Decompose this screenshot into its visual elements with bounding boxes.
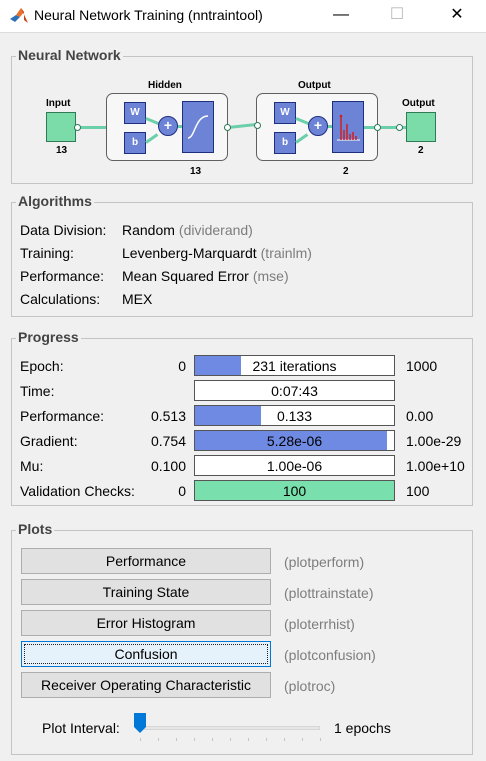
- algorithm-label: Calculations:: [20, 291, 101, 307]
- progress-bar: 231 iterations: [194, 355, 395, 376]
- progress-current-value: 0:07:43: [271, 383, 318, 399]
- plot-function-name: (plotroc): [284, 678, 336, 694]
- progress-max-value: 1.00e+10: [406, 458, 465, 474]
- slider-tick: [176, 738, 177, 741]
- progress-current-value: 5.28e-06: [266, 433, 323, 449]
- plot-function-name: (ploterrhist): [284, 616, 355, 632]
- plots-title: Plots: [16, 521, 55, 537]
- progress-label: Epoch:: [20, 358, 64, 374]
- output-label: Output: [402, 98, 435, 109]
- slider-tick: [140, 738, 141, 741]
- hidden-bias-box: b: [124, 132, 146, 154]
- input-size: 13: [56, 145, 68, 156]
- progress-label: Time:: [20, 383, 55, 399]
- plot-interval-value: 1 epochs: [334, 720, 391, 736]
- hidden-output-dot: [224, 124, 231, 131]
- training-state-plot-button[interactable]: Training State: [21, 579, 271, 605]
- error-histogram-plot-button[interactable]: Error Histogram: [21, 610, 271, 636]
- hidden-sum-node: +: [158, 116, 178, 136]
- output-input-dot: [254, 122, 261, 129]
- progress-current-value: 100: [282, 483, 307, 499]
- progress-label: Mu:: [20, 458, 44, 474]
- slider-tick: [284, 738, 285, 741]
- algorithm-label: Training:: [20, 245, 74, 261]
- hidden-transfer-box: [182, 101, 214, 153]
- algorithm-label: Data Division:: [20, 222, 107, 238]
- progress-bar: 0.133: [194, 405, 395, 426]
- output-transfer-box: [332, 101, 364, 153]
- hidden-output-wire: [227, 123, 257, 129]
- input-label: Input: [46, 98, 71, 109]
- progress-min-value: 0.754: [150, 433, 186, 449]
- output-dot-2: [396, 124, 403, 131]
- slider-tick: [248, 738, 249, 741]
- input-box: [46, 112, 76, 142]
- progress-current-value: 0.133: [276, 408, 313, 424]
- output-size: 2: [418, 145, 424, 156]
- algorithm-value: MEX: [122, 291, 153, 307]
- tansig-icon: [187, 115, 209, 139]
- progress-current-value: 231 iterations: [252, 358, 337, 374]
- output-bias-box: b: [274, 132, 296, 154]
- maximize-button[interactable]: ☐: [374, 0, 420, 32]
- slider-tick: [302, 738, 303, 741]
- output-dot-1: [374, 124, 381, 131]
- algorithm-value: Random (dividerand): [122, 222, 253, 238]
- slider-tick: [194, 738, 195, 741]
- progress-bar: 5.28e-06: [194, 430, 395, 451]
- plot-interval-slider-track[interactable]: [140, 726, 320, 730]
- roc-plot-button[interactable]: Receiver Operating Characteristic: [21, 672, 271, 698]
- algorithm-label: Performance:: [20, 268, 105, 284]
- progress-max-value: 1.00e-29: [406, 433, 462, 449]
- output-box: [406, 112, 436, 142]
- hidden-input-dot: [74, 124, 81, 131]
- algorithm-value: Mean Squared Error (mse): [122, 268, 289, 284]
- progress-title: Progress: [16, 329, 81, 345]
- network-diagram: Input 13 Hidden W b + 13 Output W b + 2 …: [34, 75, 444, 185]
- minimize-button[interactable]: —: [318, 0, 364, 32]
- progress-min-value: 0.100: [150, 458, 186, 474]
- progress-bar: 100: [194, 480, 395, 501]
- hidden-label: Hidden: [148, 80, 182, 91]
- slider-tick: [158, 738, 159, 741]
- plot-function-name: (plottrainstate): [284, 585, 374, 601]
- progress-current-value: 1.00e-06: [266, 458, 323, 474]
- slider-tick: [266, 738, 267, 741]
- softmax-icon: [337, 114, 360, 141]
- title-bar: Neural Network Training (nntraintool) — …: [0, 0, 486, 33]
- slider-tick: [212, 738, 213, 741]
- progress-bar: 1.00e-06: [194, 455, 395, 476]
- output-weight-box: W: [274, 102, 296, 124]
- window-title: Neural Network Training (nntraintool): [34, 7, 263, 23]
- slider-tick: [320, 738, 321, 741]
- confusion-plot-button[interactable]: Confusion: [21, 641, 271, 667]
- progress-min-value: 0: [178, 358, 186, 374]
- progress-min-value: 0.513: [150, 408, 186, 424]
- plot-interval-label: Plot Interval:: [42, 720, 120, 736]
- plot-function-name: (plotperform): [284, 554, 365, 570]
- progress-bar: 0:07:43: [194, 380, 395, 401]
- output-layer-label: Output: [298, 80, 331, 91]
- neural-network-title: Neural Network: [16, 47, 123, 63]
- output-sum-node: +: [308, 116, 328, 136]
- algorithm-value: Levenberg-Marquardt (trainlm): [122, 245, 312, 261]
- progress-max-value: 0.00: [406, 408, 434, 424]
- progress-max-value: 100: [406, 483, 430, 499]
- progress-label: Gradient:: [20, 433, 78, 449]
- output-layer-size: 2: [343, 166, 349, 177]
- performance-plot-button[interactable]: Performance: [21, 548, 271, 574]
- slider-tick: [230, 738, 231, 741]
- plot-function-name: (plotconfusion): [284, 647, 376, 663]
- hidden-weight-box: W: [124, 102, 146, 124]
- matlab-logo-icon: [10, 8, 28, 23]
- algorithms-title: Algorithms: [16, 193, 94, 209]
- close-button[interactable]: ✕: [434, 0, 480, 32]
- progress-max-value: 1000: [406, 358, 438, 374]
- hidden-size: 13: [190, 166, 202, 177]
- progress-min-value: 0: [178, 483, 186, 499]
